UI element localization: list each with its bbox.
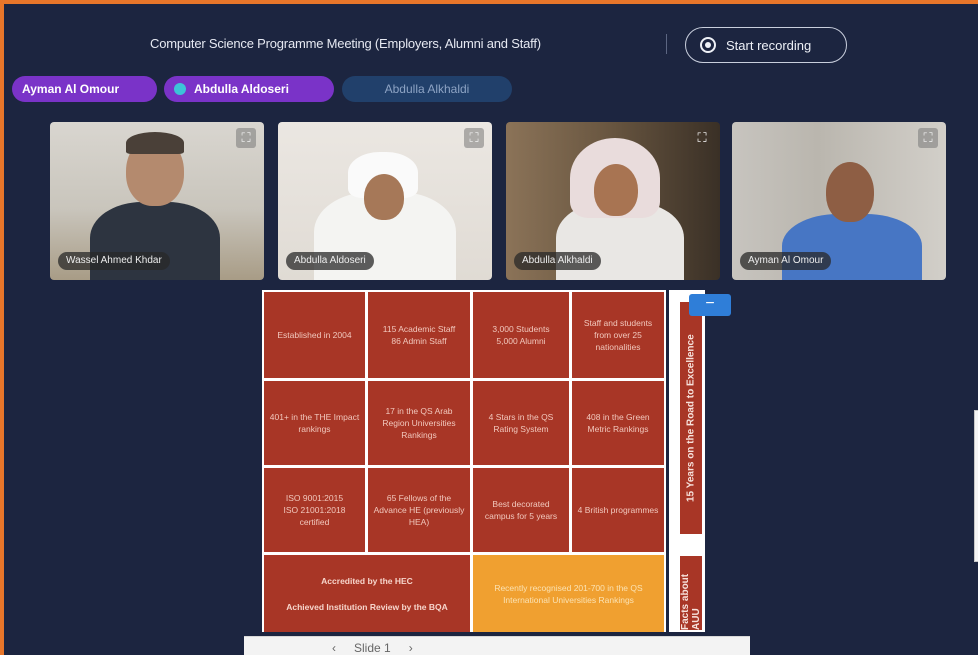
slide-fact-cell: ISO 9001:2015 ISO 21001:2018 certified [264, 468, 365, 552]
participant-name: Abdulla Alkhaldi [384, 82, 470, 96]
person-head [364, 174, 404, 220]
expand-icon[interactable]: ⛶ [918, 128, 938, 148]
video-name-tag: Abdulla Aldoseri [286, 252, 374, 270]
accreditation-title: Accredited by the HEC [321, 575, 413, 586]
mic-icon [174, 83, 186, 95]
person-silhouette [782, 214, 922, 280]
person-hair [126, 132, 184, 154]
participant-name: Ayman Al Omour [22, 82, 120, 96]
slide-accreditation-cell: Accredited by the HEC Achieved Instituti… [264, 555, 470, 632]
shared-slide: Established in 2004 115 Academic Staff 8… [262, 290, 666, 632]
video-name-tag: Abdulla Alkhaldi [514, 252, 601, 270]
slide-fact-cell: Staff and students from over 25 national… [572, 292, 664, 378]
slide-fact-cell: 17 in the QS Arab Region Universities Ra… [368, 381, 470, 465]
slide-facts-vertical: Facts about AUU [680, 556, 702, 630]
video-tile[interactable]: ⛶ Abdulla Aldoseri [278, 122, 492, 280]
slide-banner-vertical: 15 Years on the Road to Excellence [680, 302, 702, 534]
participant-name: Abdulla Aldoseri [194, 82, 289, 96]
start-recording-button[interactable]: Start recording [685, 27, 847, 63]
expand-icon[interactable]: ⛶ [692, 128, 712, 148]
expand-icon[interactable]: ⛶ [464, 128, 484, 148]
slide-fact-cell: 65 Fellows of the Advance HE (previously… [368, 468, 470, 552]
video-tile[interactable]: ⛶ Abdulla Alkhaldi [506, 122, 720, 280]
slide-fact-cell: 408 in the Green Metric Rankings [572, 381, 664, 465]
video-name-tag: Wassel Ahmed Khdar [58, 252, 170, 270]
expand-icon[interactable]: ⛶ [236, 128, 256, 148]
start-recording-label: Start recording [726, 37, 812, 53]
slide-fact-cell: 4 British programmes [572, 468, 664, 552]
meeting-title: Computer Science Programme Meeting (Empl… [150, 36, 541, 51]
slide-recognition-cell: Recently recognised 201-700 in the QS In… [473, 555, 664, 632]
participant-pill-aldoseri[interactable]: Abdulla Aldoseri [164, 76, 334, 102]
slide-fact-cell: 3,000 Students 5,000 Alumni [473, 292, 569, 378]
video-tile[interactable]: ⛶ Wassel Ahmed Khdar [50, 122, 264, 280]
video-name-tag: Ayman Al Omour [740, 252, 832, 270]
record-icon [700, 37, 716, 53]
person-head [826, 162, 874, 222]
next-slide-icon[interactable]: › [409, 641, 413, 655]
participant-pill-alkhaldi[interactable]: Abdulla Alkhaldi [342, 76, 512, 102]
slide-fact-cell: Established in 2004 [264, 292, 365, 378]
slide-fact-cell: 401+ in the THE Impact rankings [264, 381, 365, 465]
slide-navigation-toolbar: ‹ Slide 1 › [244, 636, 750, 655]
person-head [594, 164, 638, 216]
slide-fact-cell: 115 Academic Staff 86 Admin Staff [368, 292, 470, 378]
side-flyout-panel[interactable] [974, 410, 978, 562]
slide-fact-cell: 4 Stars in the QS Rating System [473, 381, 569, 465]
meeting-window: Computer Science Programme Meeting (Empl… [0, 0, 978, 655]
participant-pill-ayman[interactable]: Ayman Al Omour [12, 76, 157, 102]
accreditation-subtitle: Achieved Institution Review by the BQA [286, 601, 448, 612]
collapse-panel-button[interactable]: − [689, 294, 731, 316]
slide-number-label: Slide 1 [354, 641, 391, 655]
title-divider [666, 34, 667, 54]
prev-slide-icon[interactable]: ‹ [332, 641, 336, 655]
video-tile[interactable]: ⛶ Ayman Al Omour [732, 122, 946, 280]
slide-fact-cell: Best decorated campus for 5 years [473, 468, 569, 552]
